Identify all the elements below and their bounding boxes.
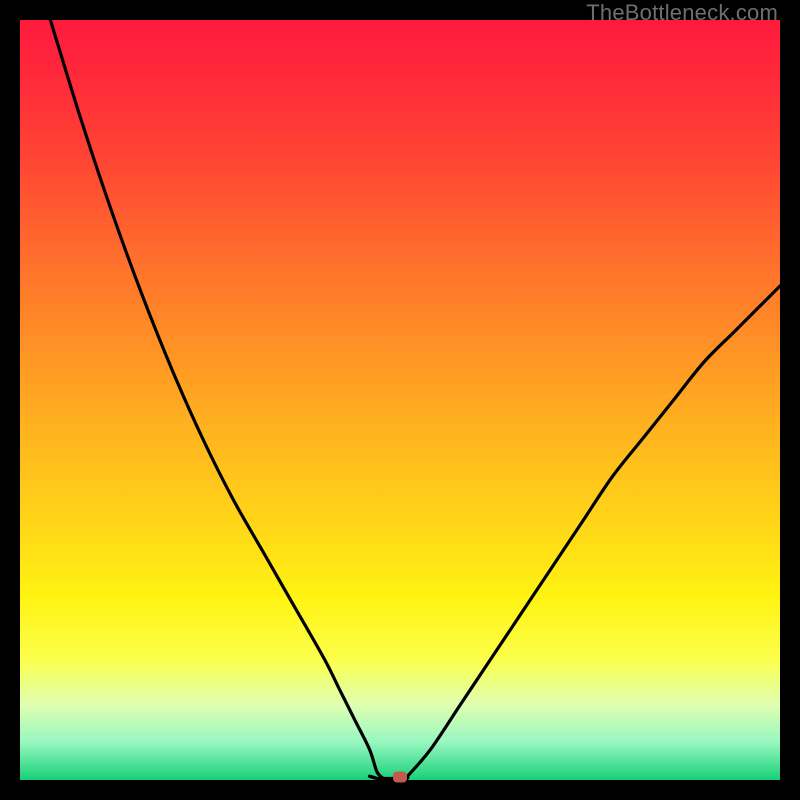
optimal-point-marker bbox=[393, 772, 407, 783]
chart-frame: TheBottleneck.com bbox=[0, 0, 800, 800]
plot-area bbox=[20, 20, 780, 780]
bottleneck-curve bbox=[20, 20, 780, 780]
